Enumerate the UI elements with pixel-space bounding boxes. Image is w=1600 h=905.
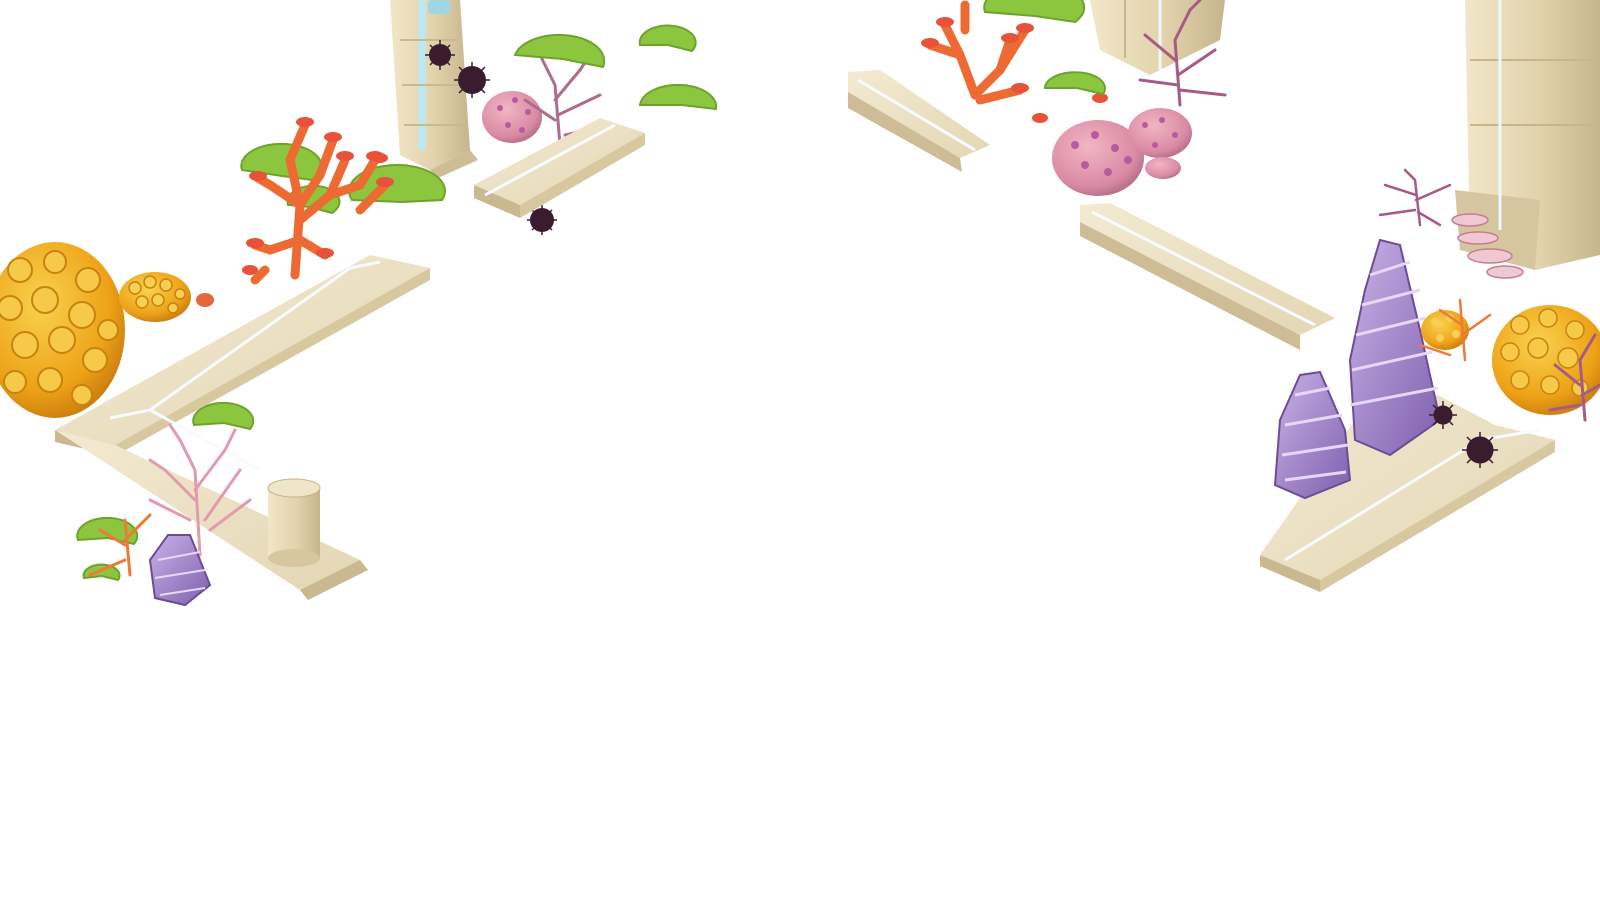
brain-coral-small bbox=[119, 272, 214, 322]
brain-corals-pink-right bbox=[1052, 108, 1192, 196]
branch-coral-mauve-right bbox=[1378, 168, 1452, 227]
broken-column-stub bbox=[267, 478, 321, 567]
brain-coral-large-left bbox=[0, 242, 125, 418]
game-scene bbox=[0, 0, 1600, 905]
sponge-spiral-short bbox=[1273, 370, 1352, 500]
scene-canvas bbox=[0, 0, 1600, 607]
lily-pads-right bbox=[983, 0, 1106, 96]
brain-coral-pink-left bbox=[482, 91, 542, 143]
stone-slab-right-center bbox=[1080, 203, 1335, 350]
sponge-spiral-small-left bbox=[148, 534, 212, 607]
stone-pillar-right bbox=[1455, 0, 1600, 270]
stone-pillar-center-right bbox=[1090, 0, 1225, 75]
